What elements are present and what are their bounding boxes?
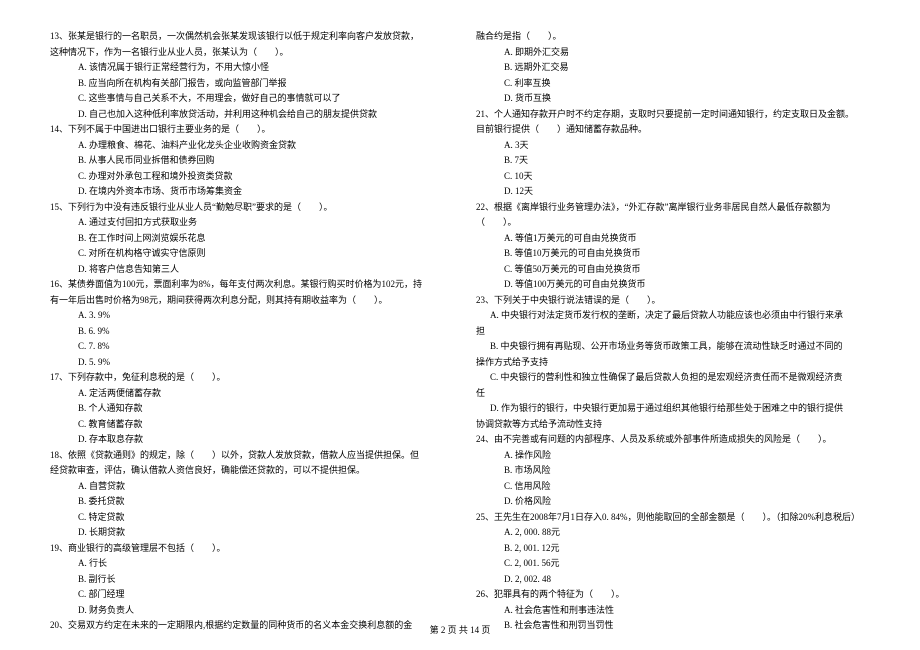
text-line: D. 存本取息存款	[50, 433, 444, 447]
text-line: D. 2, 002. 48	[476, 573, 870, 587]
text-line: C. 7. 8%	[50, 340, 444, 354]
text-line: D. 价格风险	[476, 495, 870, 509]
text-line: A. 通过支付回扣方式获取业务	[50, 216, 444, 230]
text-line: 任	[476, 387, 870, 401]
text-line: A. 社会危害性和刑事违法性	[476, 604, 870, 618]
text-line: D. 货币互换	[476, 92, 870, 106]
text-line: 22、根据《离岸银行业务管理办法》，“外汇存款”离岸银行业务非居民自然人最低存款…	[476, 201, 870, 215]
text-line: C. 这些事情与自己关系不大，不用理会，做好自己的事情就可以了	[50, 92, 444, 106]
text-line: B. 7天	[476, 154, 870, 168]
text-line: C. 2, 001. 56元	[476, 557, 870, 571]
text-line: B. 副行长	[50, 573, 444, 587]
text-line: 经贷款审查，评估，确认借款人资信良好，确能偿还贷款的，可以不提供担保。	[50, 464, 444, 478]
text-line: C. 特定贷款	[50, 511, 444, 525]
text-line: 14、下列不属于中国进出口银行主要业务的是（ ）。	[50, 123, 444, 137]
text-line: B. 等值10万美元的可自由兑换货币	[476, 247, 870, 261]
text-line: 目前银行提供（ ）通知储蓄存款品种。	[476, 123, 870, 137]
right-column: 融合约是指（ ）。 A. 即期外汇交易B. 远期外汇交易 C. 利率互换D. 货币互…	[476, 30, 870, 610]
text-line: C. 中央银行的营利性和独立性确保了最后贷款人负担的是宏观经济责任而不是微观经济…	[476, 371, 870, 385]
text-line: A. 操作风险	[476, 449, 870, 463]
text-line: A. 该情况属于银行正常经营行为，不用大惊小怪	[50, 61, 444, 75]
text-line: A. 等值1万美元的可自由兑换货币	[476, 232, 870, 246]
text-line: 17、下列存款中，免征利息税的是（ ）。	[50, 371, 444, 385]
text-line: B. 2, 001. 12元	[476, 542, 870, 556]
text-line: 15、下列行为中没有违反银行业从业人员“勤勉尽职”要求的是（ ）。	[50, 201, 444, 215]
text-line: 这种情况下，作为一名银行业从业人员，张某认为（ ）。	[50, 46, 444, 60]
text-line: C. 对所在机构格守诚实守信原则	[50, 247, 444, 261]
text-line: 19、商业银行的高级管理层不包括（ ）。	[50, 542, 444, 556]
text-line: 协调贷款等方式给予流动性支持	[476, 418, 870, 432]
text-line: 23、下列关于中央银行说法错误的是（ ）。	[476, 294, 870, 308]
text-line: 13、张某是银行的一名职员，一次偶然机会张某发现该银行以低于规定利率向客户发放贷…	[50, 30, 444, 44]
text-line: C. 办理对外承包工程和境外投资类贷款	[50, 170, 444, 184]
text-line: 16、某债券面值为100元，票面利率为8%，每年支付两次利息。某银行购买时价格为…	[50, 278, 444, 292]
text-line: B. 在工作时间上网浏览娱乐花息	[50, 232, 444, 246]
text-line: B. 个人通知存款	[50, 402, 444, 416]
text-line: C. 利率互换	[476, 77, 870, 91]
text-line: D. 财务负责人	[50, 604, 444, 618]
text-line: B. 6. 9%	[50, 325, 444, 339]
text-line: B. 委托贷款	[50, 495, 444, 509]
text-line: 操作方式给予支持	[476, 356, 870, 370]
text-line: 25、王先生在2008年7月1日存入0. 84%，则他能取回的全部金额是（ ）。…	[476, 511, 870, 525]
text-line: A. 3. 9%	[50, 309, 444, 323]
text-line: D. 12天	[476, 185, 870, 199]
text-line: C. 教育储蓄存款	[50, 418, 444, 432]
text-line: 24、由不完善或有问题的内部程序、人员及系统或外部事件所造成损失的风险是（ ）。	[476, 433, 870, 447]
text-line: A. 2, 000. 88元	[476, 526, 870, 540]
page-footer: 第 2 页 共 14 页	[0, 623, 920, 636]
text-line: A. 即期外汇交易	[476, 46, 870, 60]
text-line: A. 行长	[50, 557, 444, 571]
text-line: D. 在境内外资本市场、货币市场筹集资金	[50, 185, 444, 199]
text-line: B. 远期外汇交易	[476, 61, 870, 75]
text-line: C. 部门经理	[50, 588, 444, 602]
text-line: B. 应当向所在机构有关部门报告，或向监管部门举报	[50, 77, 444, 91]
text-line: 有一年后出售时价格为98元，期间获得两次利息分配，则其持有期收益率为（ ）。	[50, 294, 444, 308]
text-line: B. 从事人民币同业拆借和债券回购	[50, 154, 444, 168]
text-line: A. 办理粮食、棉花、油料产业化龙头企业收购资金贷款	[50, 139, 444, 153]
text-line: D. 等值100万美元的可自由兑换货币	[476, 278, 870, 292]
text-line: B. 中央银行拥有再贴现、公开市场业务等货币政策工具，能够在流动性缺乏时通过不同…	[476, 340, 870, 354]
left-column: 13、张某是银行的一名职员，一次偶然机会张某发现该银行以低于规定利率向客户发放贷…	[50, 30, 444, 610]
text-line: 18、依照《贷款通则》的规定，除（ ）以外，贷款人发放贷款，借款人应当提供担保。…	[50, 449, 444, 463]
text-line: （ ）。	[476, 216, 870, 230]
text-line: A. 定活两便储蓄存款	[50, 387, 444, 401]
text-line: B. 市场风险	[476, 464, 870, 478]
text-line: C. 10天	[476, 170, 870, 184]
text-line: C. 信用风险	[476, 480, 870, 494]
two-column-layout: 13、张某是银行的一名职员，一次偶然机会张某发现该银行以低于规定利率向客户发放贷…	[50, 30, 870, 610]
text-line: A. 自营贷款	[50, 480, 444, 494]
text-line: D. 自己也加入这种低利率放贷活动，并利用这种机会给自己的朋友提供贷款	[50, 108, 444, 122]
text-line: 21、个人通知存款开户时不约定存期，支取时只要提前一定时间通知银行，约定支取日及…	[476, 108, 870, 122]
text-line: D. 5. 9%	[50, 356, 444, 370]
text-line: 融合约是指（ ）。	[476, 30, 870, 44]
text-line: 担	[476, 325, 870, 339]
text-line: 26、犯罪具有的两个特征为（ ）。	[476, 588, 870, 602]
text-line: A. 中央银行对法定货币发行权的垄断，决定了最后贷款人功能应该也必须由中行银行来…	[476, 309, 870, 323]
text-line: C. 等值50万美元的可自由兑换货币	[476, 263, 870, 277]
text-line: D. 作为银行的银行，中央银行更加易于通过组织其他银行给那些处于困难之中的银行提…	[476, 402, 870, 416]
text-line: D. 将客户信息告知第三人	[50, 263, 444, 277]
text-line: D. 长期贷款	[50, 526, 444, 540]
text-line: A. 3天	[476, 139, 870, 153]
